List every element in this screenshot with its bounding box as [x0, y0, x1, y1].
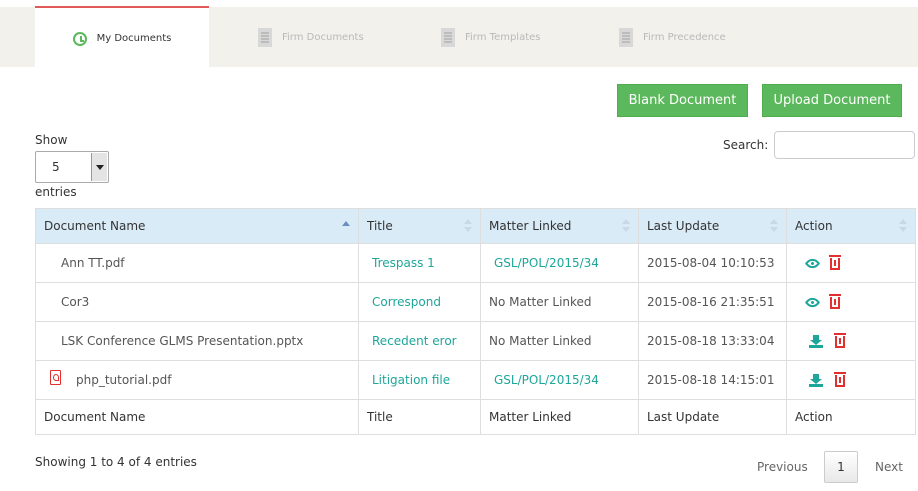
document-name: php_tutorial.pdf	[76, 373, 172, 387]
title-link[interactable]: Recedent eror	[358, 321, 481, 361]
column-header-action[interactable]: Action	[786, 208, 916, 244]
search-input[interactable]	[774, 131, 915, 159]
documents-table: Document Name Title Matter Linked Last U…	[35, 208, 916, 435]
matter-cell: No Matter Linked	[480, 321, 639, 361]
sort-ascending-icon	[342, 219, 350, 233]
sort-icon	[899, 219, 907, 233]
footer-action: Action	[786, 399, 916, 435]
pagination-previous[interactable]: Previous	[757, 460, 808, 474]
tab-my-documents[interactable]: My Documents	[35, 6, 209, 69]
footer-last-update: Last Update	[638, 399, 787, 435]
footer-title: Title	[358, 399, 481, 435]
action-cell	[786, 321, 916, 361]
column-header-document-name[interactable]: Document Name	[35, 208, 359, 244]
last-update-cell: 2015-08-04 10:10:53	[638, 243, 787, 283]
show-label: Show	[35, 133, 68, 147]
tab-firm-documents[interactable]: Firm Documents	[258, 7, 364, 67]
table-row: Cor3 Correspond No Matter Linked 2015-08…	[35, 282, 916, 322]
document-name-cell: Ann TT.pdf	[35, 243, 359, 283]
sort-icon	[464, 219, 472, 233]
title-link[interactable]: Litigation file	[358, 360, 481, 400]
delete-trash-icon[interactable]	[828, 254, 841, 270]
tab-firm-precedence[interactable]: Firm Precedence	[619, 7, 726, 67]
title-link[interactable]: Trespass 1	[358, 243, 481, 283]
column-header-last-update[interactable]: Last Update	[638, 208, 787, 244]
tab-label: Firm Documents	[282, 31, 364, 43]
footer-document-name: Document Name	[35, 399, 359, 435]
view-eye-icon[interactable]	[804, 294, 821, 311]
pagination-page-1[interactable]: 1	[824, 451, 858, 483]
blank-document-button[interactable]: Blank Document	[617, 84, 748, 117]
tab-label: My Documents	[96, 33, 172, 44]
clock-icon	[72, 31, 87, 46]
view-eye-icon[interactable]	[804, 255, 821, 272]
document-name-cell: LSK Conference GLMS Presentation.pptx	[35, 321, 359, 361]
document-name-cell: php_tutorial.pdf	[35, 360, 359, 400]
last-update-cell: 2015-08-16 21:35:51	[638, 282, 787, 322]
last-update-cell: 2015-08-18 13:33:04	[638, 321, 787, 361]
document-name-cell: Cor3	[35, 282, 359, 322]
sort-icon	[770, 219, 778, 233]
delete-trash-icon[interactable]	[833, 371, 846, 387]
table-row: Ann TT.pdf Trespass 1 GSL/POL/2015/34 20…	[35, 243, 916, 283]
pagination-next[interactable]: Next	[875, 460, 903, 474]
page-length-select[interactable]: 5	[35, 151, 109, 183]
delete-trash-icon[interactable]	[833, 332, 846, 348]
footer-matter-linked: Matter Linked	[480, 399, 639, 435]
pdf-file-icon	[50, 370, 61, 385]
action-cell	[786, 243, 916, 283]
column-header-title[interactable]: Title	[358, 208, 481, 244]
table-footer-row: Document Name Title Matter Linked Last U…	[35, 399, 916, 435]
tab-bar: My Documents Firm Documents Firm Templat…	[0, 6, 918, 69]
matter-link[interactable]: GSL/POL/2015/34	[480, 243, 639, 283]
tab-label: Firm Precedence	[643, 31, 726, 43]
tab-label: Firm Templates	[465, 31, 541, 43]
page-length-value: 5	[52, 160, 60, 174]
table-info: Showing 1 to 4 of 4 entries	[35, 455, 197, 469]
tab-firm-templates[interactable]: Firm Templates	[441, 7, 541, 67]
building-icon	[258, 27, 272, 47]
building-icon	[441, 27, 455, 47]
action-cell	[786, 282, 916, 322]
sort-icon	[622, 219, 630, 233]
table-row: php_tutorial.pdf Litigation file GSL/POL…	[35, 360, 916, 400]
chevron-down-icon	[91, 153, 107, 181]
action-cell	[786, 360, 916, 400]
last-update-cell: 2015-08-18 14:15:01	[638, 360, 787, 400]
matter-cell: No Matter Linked	[480, 282, 639, 322]
download-icon[interactable]	[809, 335, 823, 348]
table-row: LSK Conference GLMS Presentation.pptx Re…	[35, 321, 916, 361]
download-icon[interactable]	[809, 374, 823, 387]
upload-document-button[interactable]: Upload Document	[762, 84, 902, 117]
column-header-matter-linked[interactable]: Matter Linked	[480, 208, 639, 244]
delete-trash-icon[interactable]	[828, 293, 841, 309]
building-icon	[619, 27, 633, 47]
entries-label: entries	[35, 185, 77, 199]
matter-link[interactable]: GSL/POL/2015/34	[480, 360, 639, 400]
search-label: Search:	[723, 138, 769, 152]
table-header-row: Document Name Title Matter Linked Last U…	[35, 208, 916, 244]
title-link[interactable]: Correspond	[358, 282, 481, 322]
